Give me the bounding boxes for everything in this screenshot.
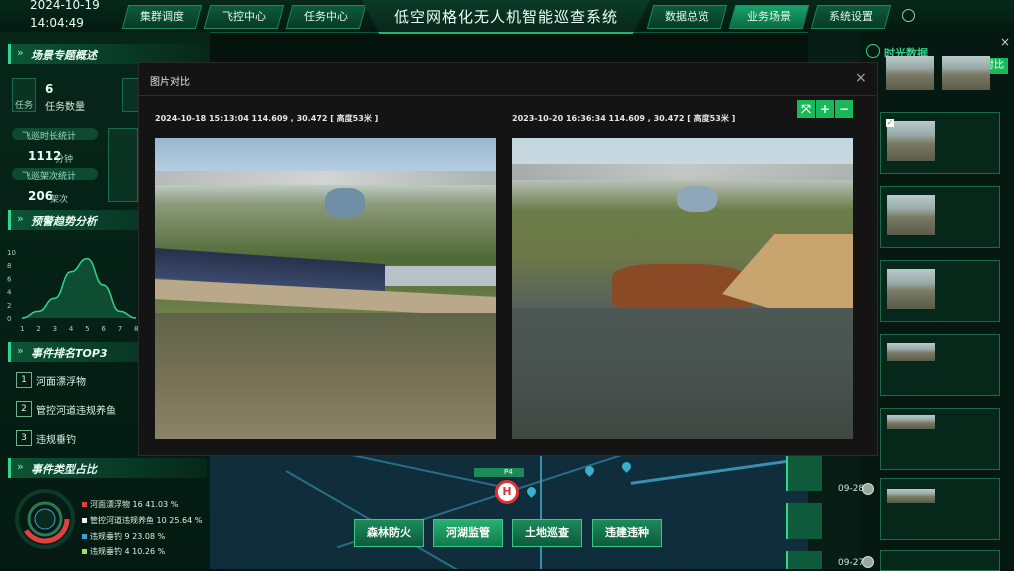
map-view[interactable] <box>210 440 814 569</box>
thumbnail[interactable] <box>880 334 1000 396</box>
trend-area <box>22 258 136 318</box>
section-ratio: » 事件类型占比 <box>8 458 207 478</box>
x-tick-label: 2 <box>36 325 40 333</box>
legend-swatch <box>82 549 87 554</box>
map-button-land-inspection[interactable]: 土地巡查 <box>512 519 582 547</box>
nav-tab-task-center[interactable]: 任务中心 <box>285 5 367 29</box>
event-card[interactable] <box>786 503 822 539</box>
right-panel-close-icon[interactable]: × <box>1000 35 1010 49</box>
rank-item-label[interactable]: 违规垂钓 <box>36 431 76 446</box>
timeline-date: 09-28 <box>838 484 865 494</box>
event-card[interactable] <box>786 455 822 491</box>
zoom-out-button[interactable]: − <box>835 100 853 118</box>
legend-label: 违规垂钓 9 23.08 % <box>90 532 166 541</box>
thumbnail[interactable] <box>880 260 1000 322</box>
map-button-illegal-building[interactable]: 违建违种 <box>592 519 662 547</box>
x-tick-label: 1 <box>20 325 24 333</box>
chevron-icon: » <box>17 460 24 473</box>
app-title: 低空网格化无人机智能巡查系统 <box>393 8 618 26</box>
x-tick-label: 3 <box>53 325 57 333</box>
timeline-date: 09-27 <box>838 558 865 568</box>
x-tick-label: 4 <box>69 325 74 333</box>
power-icon[interactable] <box>902 9 915 22</box>
legend-label: 河面漂浮物 16 41.03 % <box>90 500 179 509</box>
nav-tab-flight-control[interactable]: 飞控中心 <box>203 5 285 29</box>
clock-icon <box>866 44 880 58</box>
legend-swatch <box>82 518 87 523</box>
task-count: 6 <box>45 82 54 96</box>
y-tick-label: 0 <box>7 315 11 323</box>
section-title: 事件类型占比 <box>31 463 97 476</box>
rank-item-label[interactable]: 河面漂浮物 <box>36 373 86 388</box>
side-icons <box>108 128 138 202</box>
flight-duration-label: 飞巡时长统计 <box>22 132 77 142</box>
left-image-meta: 2024-10-18 15:13:04 114.609 , 30.472 [ 高… <box>155 114 379 123</box>
trend-chart: 10864201 2 3 4 5 6 7 8 <box>7 249 138 333</box>
thumbnail[interactable] <box>880 46 998 106</box>
flight-count-unit: 架次 <box>50 195 69 205</box>
map-button-river-supervision[interactable]: 河湖监管 <box>433 519 503 547</box>
thumbnail[interactable] <box>880 550 1000 571</box>
left-aerial-photo[interactable] <box>155 138 496 439</box>
flight-count-label: 飞巡架次统计 <box>22 172 77 182</box>
legend-swatch <box>82 502 87 507</box>
nav-tab-business-scene[interactable]: 业务场景 <box>728 5 810 29</box>
compare-dialog-header <box>138 62 876 96</box>
y-tick-label: 2 <box>7 302 11 310</box>
current-date: 2024-10-19 <box>30 0 100 12</box>
rank-item-label[interactable]: 管控河道违规养鱼 <box>36 402 116 417</box>
chevron-icon: » <box>17 344 24 357</box>
zoom-in-button[interactable]: + <box>816 100 834 118</box>
helipad-marker-icon[interactable]: H <box>495 480 519 504</box>
thumbnail[interactable] <box>880 408 1000 470</box>
section-title: 事件排名TOP3 <box>31 347 108 360</box>
legend-label: 违规垂钓 4 10.26 % <box>90 547 166 556</box>
y-tick-label: 8 <box>7 262 11 270</box>
ratio-donut <box>15 489 75 549</box>
x-tick-label: 6 <box>101 325 106 333</box>
event-card[interactable] <box>786 551 822 569</box>
thumbnail[interactable] <box>880 186 1000 248</box>
compare-dialog-title: 图片对比 <box>150 77 190 88</box>
right-image-meta: 2023-10-20 16:36:34 114.609 , 30.472 [ 高… <box>512 114 736 123</box>
chevron-icon: » <box>17 212 24 225</box>
current-time: 14:04:49 <box>30 16 84 30</box>
task-icon-label: 任务 <box>15 101 34 111</box>
rank-number: 2 <box>16 401 32 417</box>
section-title: 场景专题概述 <box>31 49 97 62</box>
thumbnail[interactable]: ✓ <box>880 112 1000 174</box>
y-tick-label: 4 <box>7 289 12 297</box>
section-title: 预警趋势分析 <box>31 215 97 228</box>
y-tick-label: 6 <box>7 275 12 283</box>
right-aerial-photo[interactable] <box>512 138 853 439</box>
nav-tab-cluster[interactable]: 集群调度 <box>121 5 203 29</box>
rank-number: 3 <box>16 430 32 446</box>
x-tick-label: 5 <box>85 325 89 333</box>
y-tick-label: 10 <box>7 249 16 257</box>
close-icon[interactable]: × <box>855 70 867 86</box>
rank-number: 1 <box>16 372 32 388</box>
checked-icon: ✓ <box>886 118 894 127</box>
nav-tab-data-overview[interactable]: 数据总览 <box>646 5 728 29</box>
map-button-forest-fire[interactable]: 森林防火 <box>354 519 424 547</box>
flight-duration-unit: 分钟 <box>55 155 74 165</box>
section-overview: » 场景专题概述 <box>8 44 207 64</box>
fit-screen-button[interactable]: ⤧ <box>797 100 815 118</box>
map-label: P4 <box>474 468 524 477</box>
legend-label: 管控河道违规养鱼 10 25.64 % <box>90 516 203 525</box>
thumbnail[interactable] <box>880 478 1000 540</box>
chevron-icon: » <box>17 46 24 59</box>
x-tick-label: 7 <box>118 325 122 333</box>
legend-swatch <box>82 534 87 539</box>
nav-tab-system-settings[interactable]: 系统设置 <box>810 5 892 29</box>
task-count-label: 任务数量 <box>45 102 85 113</box>
